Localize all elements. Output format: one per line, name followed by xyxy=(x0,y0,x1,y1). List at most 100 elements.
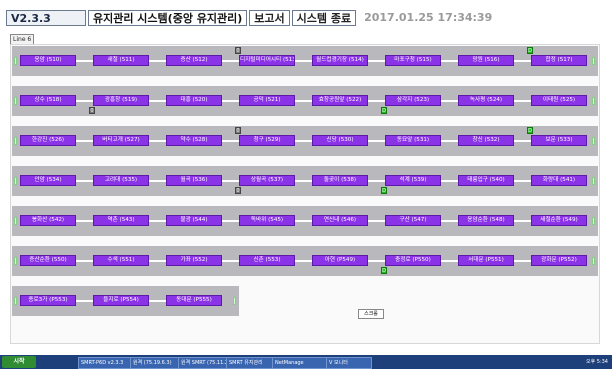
system-tray: 오후 5:34 xyxy=(585,359,608,365)
taskbar-task[interactable]: 원격 SMRT (75.11.23) xyxy=(178,357,228,369)
track-connector xyxy=(76,220,93,222)
station-button[interactable]: 새절순환 (549) xyxy=(531,215,587,226)
track-connector xyxy=(149,260,166,262)
row-edge-marker xyxy=(14,97,17,105)
station-button[interactable]: 광흥창 (519) xyxy=(93,95,149,106)
track-connector xyxy=(295,260,312,262)
station-button[interactable]: 마포구청 (515) xyxy=(385,55,441,66)
track-connector xyxy=(222,100,239,102)
station-button[interactable]: 상수 (518) xyxy=(20,95,76,106)
station-button[interactable]: 창신 (532) xyxy=(458,135,514,146)
station-button[interactable]: 버티고개 (527) xyxy=(93,135,149,146)
equipment-status-icon: 0 xyxy=(235,187,241,194)
station-button[interactable]: 증산순환 (550) xyxy=(20,255,76,266)
start-button[interactable]: 시작 xyxy=(2,356,36,368)
track-connector xyxy=(149,60,166,62)
taskbar: 시작 SMRT-P6D v2.3.3 원격 (75.19.6.3) 원격 SMRT … xyxy=(0,355,612,369)
station-button[interactable]: 신촌 (553) xyxy=(239,255,295,266)
station-button[interactable]: 가좌 (552) xyxy=(166,255,222,266)
station-button[interactable]: 청구 (529) xyxy=(239,135,295,146)
station-button[interactable]: 불광 (544) xyxy=(166,215,222,226)
station-button[interactable]: 신당 (530) xyxy=(312,135,368,146)
row-edge-marker xyxy=(14,137,17,145)
track-connector xyxy=(514,140,531,142)
station-button[interactable]: 충정로 (P550) xyxy=(385,255,441,266)
station-button[interactable]: 상월곡 (537) xyxy=(239,175,295,186)
station-button[interactable]: 응암 (510) xyxy=(20,55,76,66)
door-status-icon: D xyxy=(381,267,387,274)
track-connector xyxy=(76,140,93,142)
station-button[interactable]: 효창공원앞 (522) xyxy=(312,95,368,106)
row-edge-marker xyxy=(592,257,595,265)
track-connector xyxy=(149,220,166,222)
row-edge-marker xyxy=(592,137,595,145)
track-connector xyxy=(441,260,458,262)
station-row: 종로3가 (P553) 을지로 (P554) 동대문 (P555) xyxy=(12,286,239,316)
track-connector xyxy=(149,180,166,182)
station-button[interactable]: 연신내 (546) xyxy=(312,215,368,226)
station-button[interactable]: 구산 (547) xyxy=(385,215,441,226)
station-button[interactable]: 동대문 (P555) xyxy=(166,295,222,306)
scroll-button[interactable]: 스크롤 xyxy=(358,309,384,319)
station-button[interactable]: 석계 (539) xyxy=(385,175,441,186)
track-connector xyxy=(76,180,93,182)
station-button[interactable]: 약수 (528) xyxy=(166,135,222,146)
taskbar-task[interactable]: 원격 (75.19.6.3) xyxy=(130,357,180,369)
tab-maintenance-system[interactable]: 유지관리 시스템(중앙 유지관리) xyxy=(88,10,248,26)
station-button[interactable]: 수색 (551) xyxy=(93,255,149,266)
station-button[interactable]: 고려대 (535) xyxy=(93,175,149,186)
station-button[interactable]: 광화문 (P552) xyxy=(531,255,587,266)
track-connector xyxy=(441,60,458,62)
track-connector xyxy=(514,220,531,222)
station-button[interactable]: 태릉입구 (540) xyxy=(458,175,514,186)
station-button[interactable]: 독바위 (545) xyxy=(239,215,295,226)
station-button[interactable]: 월곡 (536) xyxy=(166,175,222,186)
station-button[interactable]: 망원 (516) xyxy=(458,55,514,66)
station-button[interactable]: 돌곶이 (538) xyxy=(312,175,368,186)
station-button[interactable]: 대흥 (520) xyxy=(166,95,222,106)
station-button[interactable]: 을지로 (P554) xyxy=(93,295,149,306)
station-button[interactable]: 서대문 (P551) xyxy=(458,255,514,266)
track-connector xyxy=(295,220,312,222)
row-edge-marker xyxy=(592,217,595,225)
station-button[interactable]: 공덕 (521) xyxy=(239,95,295,106)
taskbar-task[interactable]: V 모니터 xyxy=(326,357,372,369)
station-button[interactable]: 한강진 (526) xyxy=(20,135,76,146)
row-edge-marker xyxy=(14,297,17,305)
top-bar: V2.3.3 유지관리 시스템(중앙 유지관리) 보고서 시스템 종료 2017… xyxy=(6,10,606,28)
tab-report[interactable]: 보고서 xyxy=(249,10,290,26)
taskbar-task[interactable]: NetManage xyxy=(272,357,328,369)
track-connector xyxy=(514,100,531,102)
station-button[interactable]: 화랑대 (541) xyxy=(531,175,587,186)
track-connector xyxy=(368,60,385,62)
station-button[interactable]: 종로3가 (P553) xyxy=(20,295,76,306)
track-connector xyxy=(295,100,312,102)
station-button[interactable]: 녹사평 (524) xyxy=(458,95,514,106)
station-button[interactable]: 역촌 (543) xyxy=(93,215,149,226)
station-button[interactable]: 응암순환 (548) xyxy=(458,215,514,226)
tab-system-exit[interactable]: 시스템 종료 xyxy=(291,10,357,26)
station-button[interactable]: 증산 (512) xyxy=(166,55,222,66)
station-button[interactable]: 디지털미디어시티 (513) xyxy=(239,55,295,66)
taskbar-task[interactable]: SMRT-P6D v2.3.3 xyxy=(78,357,132,369)
station-row: 상수 (518) 광흥창 (519) 대흥 (520) 공덕 (521) 효창공원앞 (… xyxy=(12,86,598,116)
track-connector xyxy=(295,180,312,182)
track-connector xyxy=(514,180,531,182)
row-edge-marker xyxy=(592,177,595,185)
station-button[interactable]: 이태원 (525) xyxy=(531,95,587,106)
track-connector xyxy=(514,60,531,62)
taskbar-task[interactable]: SMRT 유지관리 xyxy=(226,357,274,369)
station-button[interactable]: 월드컵경기장 (514) xyxy=(312,55,368,66)
station-button[interactable]: 새절 (511) xyxy=(93,55,149,66)
row-edge-marker xyxy=(592,97,595,105)
station-button[interactable]: 안암 (534) xyxy=(20,175,76,186)
tab-strip: 유지관리 시스템(중앙 유지관리) 보고서 시스템 종료 2017.01.25 … xyxy=(88,10,492,26)
station-button[interactable]: 봉화산 (542) xyxy=(20,215,76,226)
station-button[interactable]: 합정 (517) xyxy=(531,55,587,66)
track-connector xyxy=(76,100,93,102)
clock: 2017.01.25 17:34:39 xyxy=(364,11,493,24)
station-button[interactable]: 보문 (533) xyxy=(531,135,587,146)
station-button[interactable]: 아현 (P549) xyxy=(312,255,368,266)
station-button[interactable]: 동묘앞 (531) xyxy=(385,135,441,146)
station-button[interactable]: 삼각지 (523) xyxy=(385,95,441,106)
